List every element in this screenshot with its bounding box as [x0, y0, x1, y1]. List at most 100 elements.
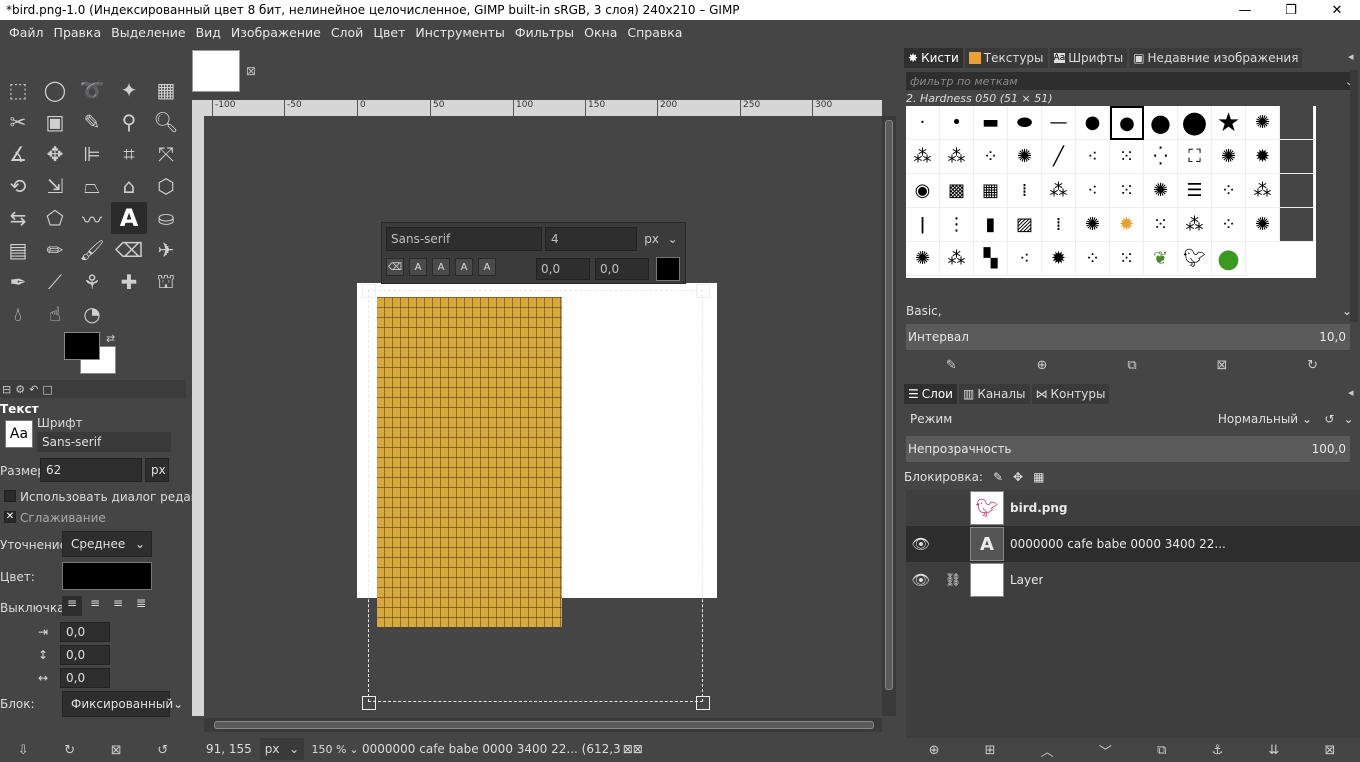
refresh-brushes-icon[interactable]: ↻	[1307, 358, 1318, 373]
style-size-input[interactable]: 4	[545, 227, 637, 251]
brush-item[interactable]: ⛶	[1178, 140, 1212, 174]
font-preview[interactable]: Aa	[5, 420, 33, 448]
use-editor-checkbox[interactable]	[4, 490, 16, 502]
resize-handle-top-right[interactable]	[696, 284, 710, 298]
horizontal-scrollbar[interactable]	[204, 718, 882, 732]
brush-item[interactable]: ⁙	[1144, 208, 1178, 242]
raise-layer-icon[interactable]: ︿	[1041, 741, 1054, 760]
style-unit-select[interactable]: px ⌄	[640, 227, 682, 251]
menu-edit[interactable]: Правка	[49, 25, 107, 40]
font-input[interactable]: Sans-serif	[37, 432, 171, 452]
style-color-button[interactable]	[656, 257, 680, 281]
menu-file[interactable]: Файл	[4, 25, 49, 40]
reset-options-icon[interactable]: ↺	[157, 743, 168, 758]
menu-colors[interactable]: Цвет	[368, 25, 410, 40]
tab-patterns[interactable]: Текстуры	[964, 48, 1048, 68]
kerning-input[interactable]: 0,0	[595, 258, 649, 280]
brush-item[interactable]: ❦	[1144, 242, 1178, 276]
brush-item[interactable]: ✺	[1144, 174, 1178, 208]
brush-item[interactable]: ⁖	[1076, 174, 1110, 208]
brush-item[interactable]: ⁘	[1212, 208, 1246, 242]
measure-icon[interactable]: ∡	[0, 138, 36, 170]
layer-row[interactable]: 👁︎ ⛓ Layer	[906, 562, 1360, 598]
brush-item[interactable]: ╱	[1042, 140, 1076, 174]
brush-item[interactable]: ▮	[974, 208, 1008, 242]
brush-filter-input[interactable]: фильтр по меткам⌄	[906, 72, 1358, 90]
dodge-burn-icon[interactable]: ◔	[74, 298, 110, 330]
brush-item[interactable]: ✹	[1042, 242, 1076, 276]
brush-grid[interactable]: · • ▬ ⬬ — ● ● ● ● ★ ✺ ⁂ ⁂ ⁘ ✺ ╱ ⁖ ⁙ ⁛ ⛶ …	[906, 105, 1316, 278]
perspective-icon[interactable]: ⏢	[74, 170, 110, 202]
undo-history-tab-icon[interactable]: ↶	[29, 383, 38, 396]
text-color-button[interactable]	[62, 562, 152, 590]
brush-item[interactable]: ⁖	[1076, 140, 1110, 174]
flip-icon[interactable]: ⇆	[0, 202, 36, 234]
brush-item[interactable]: ●	[1178, 105, 1212, 140]
justify-left-icon[interactable]: ≡	[62, 596, 82, 616]
brush-item[interactable]: ⁙	[1110, 242, 1144, 276]
menu-tools[interactable]: Инструменты	[410, 25, 509, 40]
rect-select-icon[interactable]: ⬚	[0, 74, 36, 106]
merge-layer-icon[interactable]: ⇊	[1268, 743, 1279, 758]
unified-transform-icon[interactable]: ⤧	[148, 138, 184, 170]
unit-select[interactable]: px ⌄	[260, 738, 304, 760]
menu-view[interactable]: Вид	[191, 25, 226, 40]
brush-item[interactable]: ⁞	[1042, 208, 1076, 242]
scroll-thumb[interactable]	[885, 120, 893, 690]
foreground-select-icon[interactable]: ▣	[37, 106, 73, 138]
new-layer-group-icon[interactable]: ⊞	[985, 743, 996, 758]
images-tab-icon[interactable]: □	[42, 383, 52, 396]
eye-icon[interactable]: 👁︎	[906, 535, 936, 553]
color-picker-icon[interactable]: ⚲	[111, 106, 147, 138]
line-spacing-input[interactable]: 0,0	[60, 645, 110, 665]
layer-name[interactable]: 0000000 cafe babe 0000 3400 22...	[1010, 537, 1226, 551]
brush-item[interactable]: ⁂	[1042, 174, 1076, 208]
close-icon[interactable]: ⊠	[246, 64, 256, 78]
brush-item[interactable]: ⁂	[906, 140, 940, 174]
antialias-checkbox[interactable]: ✕	[4, 511, 16, 523]
scissors-icon[interactable]: ✂	[0, 106, 36, 138]
perspective-clone-icon[interactable]: ⛫	[148, 266, 184, 298]
justify-fill-icon[interactable]: ≣	[131, 596, 151, 616]
brush-item[interactable]: ▚	[974, 242, 1008, 276]
justify-right-icon[interactable]: ≡	[85, 596, 105, 616]
lower-layer-icon[interactable]: ﹀	[1099, 741, 1112, 760]
brush-item[interactable]: ⁂	[940, 140, 974, 174]
mode-select[interactable]: Нормальный ⌄	[1218, 412, 1312, 426]
bucket-fill-icon[interactable]: ⛀	[148, 202, 184, 234]
horizontal-ruler[interactable]: -100 -50 0 50 100 150 200 250 300	[204, 100, 882, 116]
justify-center-icon[interactable]: ≡	[108, 596, 128, 616]
brush-item[interactable]: ⋮	[940, 208, 974, 242]
new-brush-icon[interactable]: ⊕	[1037, 358, 1048, 373]
move-icon[interactable]: ✥	[37, 138, 73, 170]
brush-item[interactable]: ⁙	[1110, 140, 1144, 174]
brush-item[interactable]: ▦	[974, 174, 1008, 208]
cube-icon[interactable]: ⬡	[148, 170, 184, 202]
delete-brush-icon[interactable]: ⊠	[1216, 358, 1227, 373]
brush-item[interactable]: ✺	[1246, 106, 1280, 140]
rotate-icon[interactable]: ⟲	[0, 170, 36, 202]
brush-item[interactable]: ⁛	[1144, 140, 1178, 174]
resize-handle-bottom-left[interactable]	[362, 696, 376, 710]
save-options-icon[interactable]: ⇩	[18, 743, 29, 758]
indent-input[interactable]: 0,0	[60, 622, 110, 642]
brush-item[interactable]: ◉	[906, 174, 940, 208]
brush-item[interactable]: ●	[1144, 106, 1178, 140]
close-button[interactable]: ✕	[1314, 0, 1360, 20]
resize-handle-bottom-right[interactable]	[696, 696, 710, 710]
brush-preset-select[interactable]: Basic, ⌄	[906, 302, 1358, 320]
anchor-layer-icon[interactable]: ⚓	[1212, 743, 1224, 758]
letter-spacing-input[interactable]: 0,0	[60, 668, 110, 688]
brush-item[interactable]: ⁙	[1110, 174, 1144, 208]
eraser-icon[interactable]: ⌫	[111, 234, 147, 266]
clone-icon[interactable]: ⚘	[74, 266, 110, 298]
dock-menu-icon[interactable]: ◂	[1348, 386, 1354, 399]
brush-item[interactable]: ⁂	[1246, 174, 1280, 208]
brush-item[interactable]: ★	[1212, 106, 1246, 140]
clear-style-icon[interactable]: ⌫	[386, 258, 404, 276]
menu-filters[interactable]: Фильтры	[510, 25, 579, 40]
menu-select[interactable]: Выделение	[106, 25, 190, 40]
menu-image[interactable]: Изображение	[226, 25, 326, 40]
cage-icon[interactable]: ⬠	[37, 202, 73, 234]
layer-name[interactable]: bird.png	[1010, 501, 1068, 515]
